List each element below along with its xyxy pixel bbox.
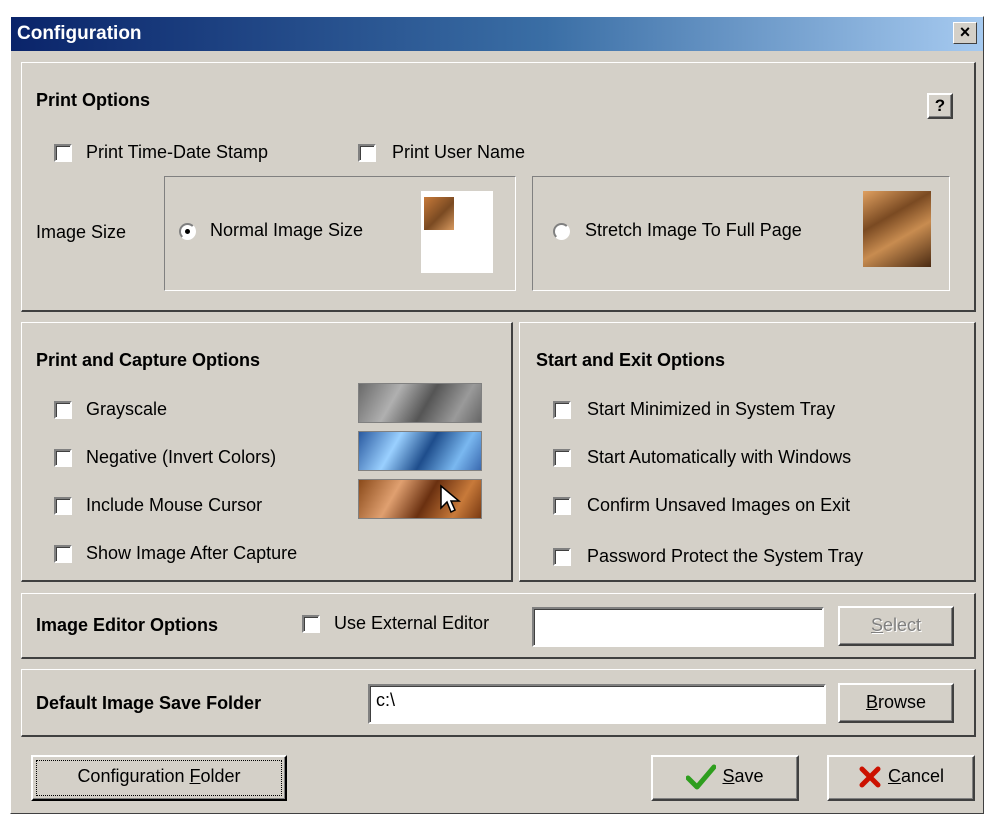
close-icon[interactable]: ×	[953, 22, 977, 44]
start-exit-options-title: Start and Exit Options	[536, 350, 726, 370]
select-label: elect	[882, 615, 922, 635]
print-options-group: Print Options ? Print Time-Date Stamp Pr…	[21, 62, 976, 312]
image-editor-title: Image Editor Options	[36, 615, 219, 635]
image-editor-group: Image Editor Options Use External Editor…	[21, 593, 976, 659]
normal-size-thumbnail	[424, 197, 454, 230]
stretch-size-label: Stretch Image To Full Page	[585, 220, 802, 240]
save-folder-path-field[interactable]: c:\	[368, 684, 826, 724]
stretch-size-radio[interactable]	[553, 223, 570, 240]
x-icon	[859, 766, 881, 788]
cancel-button[interactable]: Cancel	[827, 755, 975, 801]
mouse-cursor-checkbox[interactable]	[54, 497, 72, 515]
capture-options-title: Print and Capture Options	[36, 350, 261, 370]
negative-label: Negative (Invert Colors)	[86, 447, 277, 467]
mouse-cursor-label: Include Mouse Cursor	[86, 495, 263, 515]
start-auto-checkbox[interactable]	[553, 449, 571, 467]
print-user-name-label: Print User Name	[392, 142, 526, 162]
stretch-size-box: Stretch Image To Full Page	[532, 176, 950, 291]
capture-options-group: Print and Capture Options Grayscale Nega…	[21, 322, 513, 582]
browse-button[interactable]: Browse	[838, 683, 954, 723]
grayscale-label: Grayscale	[86, 399, 168, 419]
external-editor-path-field[interactable]	[532, 607, 824, 647]
confirm-unsaved-label: Confirm Unsaved Images on Exit	[587, 495, 851, 515]
save-folder-group: Default Image Save Folder c:\ Browse	[21, 669, 976, 737]
browse-accel: B	[865, 692, 878, 712]
grayscale-preview	[358, 383, 482, 423]
save-accel: S	[722, 766, 735, 786]
normal-size-preview	[421, 191, 493, 273]
password-protect-label: Password Protect the System Tray	[587, 546, 864, 566]
window-title: Configuration	[17, 23, 142, 44]
mouse-cursor-preview	[358, 479, 482, 519]
configuration-folder-accel: F	[189, 766, 201, 786]
print-options-title: Print Options	[36, 90, 150, 110]
select-button[interactable]: Select	[838, 606, 954, 646]
start-auto-label: Start Automatically with Windows	[587, 447, 852, 467]
show-after-capture-checkbox[interactable]	[54, 545, 72, 563]
configuration-folder-label-rest: older	[200, 766, 241, 786]
password-protect-checkbox[interactable]	[553, 548, 571, 566]
negative-preview	[358, 431, 482, 471]
select-accel: S	[870, 615, 883, 635]
cancel-label: ancel	[900, 766, 945, 786]
start-exit-options-group: Start and Exit Options Start Minimized i…	[519, 322, 976, 582]
normal-size-radio[interactable]	[179, 223, 196, 240]
title-bar: Configuration ×	[11, 17, 983, 51]
configuration-folder-label-pre: Configuration	[77, 766, 190, 786]
print-time-date-checkbox[interactable]	[54, 144, 72, 162]
start-minimized-checkbox[interactable]	[553, 401, 571, 419]
stretch-size-thumbnail	[863, 191, 931, 267]
use-external-editor-checkbox[interactable]	[302, 615, 320, 633]
use-external-editor-label: Use External Editor	[334, 613, 490, 633]
cancel-accel: C	[887, 766, 901, 786]
save-button[interactable]: Save	[651, 755, 799, 801]
configuration-dialog: Configuration × Print Options ? Print Ti…	[10, 16, 984, 814]
show-after-capture-label: Show Image After Capture	[86, 543, 298, 563]
browse-label: rowse	[878, 692, 927, 712]
mouse-pointer-icon	[440, 484, 461, 514]
confirm-unsaved-checkbox[interactable]	[553, 497, 571, 515]
checkmark-icon	[685, 764, 717, 790]
negative-checkbox[interactable]	[54, 449, 72, 467]
print-user-name-checkbox[interactable]	[358, 144, 376, 162]
save-label: ave	[734, 766, 764, 786]
print-time-date-label: Print Time-Date Stamp	[86, 142, 269, 162]
configuration-folder-button[interactable]: Configuration Folder	[31, 755, 287, 801]
grayscale-checkbox[interactable]	[54, 401, 72, 419]
save-folder-title: Default Image Save Folder	[36, 693, 262, 713]
image-size-label: Image Size	[36, 222, 127, 242]
normal-size-label: Normal Image Size	[210, 220, 364, 240]
normal-size-box: Normal Image Size	[164, 176, 516, 291]
start-minimized-label: Start Minimized in System Tray	[587, 399, 836, 419]
help-icon[interactable]: ?	[927, 93, 953, 119]
